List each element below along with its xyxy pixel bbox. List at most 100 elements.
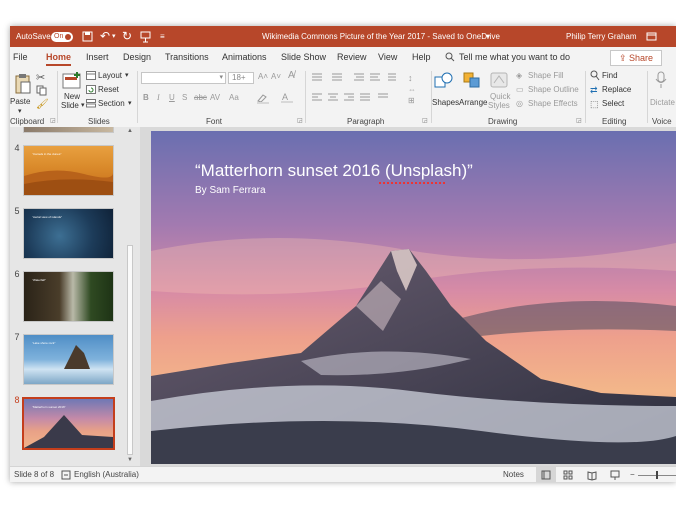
section-icon[interactable] [86, 99, 96, 110]
current-slide[interactable]: “Matterhorn sunset 2016 (Unsplash)” By S… [151, 131, 676, 464]
strikethrough-button[interactable]: abc [194, 93, 207, 102]
select-icon[interactable]: ⬚ [590, 99, 599, 110]
select-button[interactable]: Select [602, 99, 624, 108]
normal-view-icon[interactable] [536, 467, 556, 482]
font-color-icon[interactable]: A [280, 92, 294, 106]
layout-dropdown-icon[interactable]: ▾ [125, 71, 129, 79]
paragraph-toolbar-icons[interactable]: ↕ ⇔ ⊞ [308, 70, 428, 116]
clipboard-launcher-icon[interactable]: ◲ [50, 117, 56, 124]
reset-icon[interactable] [86, 85, 96, 96]
font-size-combo[interactable]: 18+ [228, 72, 254, 84]
redo-icon[interactable]: ↻ [122, 26, 132, 47]
shape-fill-icon[interactable]: ◈ [516, 71, 522, 80]
section-dropdown-icon[interactable]: ▾ [128, 99, 132, 107]
find-icon[interactable] [590, 70, 600, 83]
microphone-icon[interactable] [655, 71, 667, 91]
zoom-slider-thumb[interactable] [656, 471, 658, 479]
dictate-button[interactable]: Dictate [650, 98, 675, 107]
scroll-down-icon[interactable]: ▼ [127, 457, 133, 463]
slide-thumbnail-7[interactable]: “Lake shore rock” [23, 334, 114, 385]
tab-help[interactable]: Help [412, 47, 431, 67]
shape-fill-button[interactable]: Shape Fill [528, 71, 564, 80]
new-slide-icon[interactable] [62, 71, 82, 93]
paragraph-launcher-icon[interactable]: ◲ [422, 117, 428, 124]
tab-insert[interactable]: Insert [86, 47, 109, 67]
shadow-button[interactable]: S [182, 93, 187, 102]
italic-button[interactable]: I [157, 93, 160, 102]
shapes-icon[interactable] [434, 71, 454, 91]
tab-slide-show[interactable]: Slide Show [281, 47, 326, 67]
cut-icon[interactable]: ✂ [36, 71, 45, 84]
paste-icon[interactable] [14, 73, 32, 97]
slide-thumbnail-6[interactable]: “Waterfall” [23, 271, 114, 322]
scroll-up-icon[interactable]: ▲ [127, 128, 133, 134]
drawing-launcher-icon[interactable]: ◲ [576, 117, 582, 124]
slide-thumbnail-4[interactable]: “Camels in the dunes” [23, 145, 114, 196]
shapes-button[interactable]: Shapes [432, 98, 459, 107]
replace-button[interactable]: Replace [602, 85, 631, 94]
new-slide-dropdown-icon[interactable]: ▾ [81, 101, 85, 109]
bold-button[interactable]: B [143, 93, 149, 102]
slide-sorter-icon[interactable] [563, 467, 573, 482]
shape-effects-icon[interactable]: ◎ [516, 99, 523, 108]
paste-dropdown-icon[interactable]: ▾ [18, 107, 22, 115]
slide-thumbnail-5[interactable]: “Aerial view of islands” [23, 208, 114, 259]
quick-styles-icon[interactable] [489, 71, 509, 91]
layout-button[interactable]: Layout [98, 71, 122, 80]
tab-file[interactable]: File [13, 47, 28, 67]
font-name-combo[interactable]: ▾ [141, 72, 226, 84]
shape-outline-button[interactable]: Shape Outline [528, 85, 579, 94]
tab-transitions[interactable]: Transitions [165, 47, 209, 67]
tab-home[interactable]: Home [46, 47, 72, 67]
section-button[interactable]: Section [98, 99, 125, 108]
underline-button[interactable]: U [169, 93, 175, 102]
layout-icon[interactable] [86, 71, 96, 82]
presenter-icon[interactable] [140, 26, 151, 47]
arrange-icon[interactable] [462, 71, 482, 91]
slide-counter[interactable]: Slide 8 of 8 [14, 467, 54, 482]
find-button[interactable]: Find [602, 71, 618, 80]
doc-title-dropdown-icon[interactable]: ▾ [486, 26, 490, 47]
slide-title[interactable]: “Matterhorn sunset 2016 (Unsplash)” [195, 161, 473, 181]
increase-font-icon[interactable]: A˄ [258, 72, 268, 81]
save-icon[interactable] [82, 26, 93, 47]
new-slide-button[interactable]: New [64, 92, 80, 101]
thumbnail-scrollbar[interactable]: ▲ ▼ [125, 127, 135, 466]
arrange-button[interactable]: Arrange [459, 98, 487, 107]
font-launcher-icon[interactable]: ◲ [297, 117, 303, 124]
format-painter-icon[interactable]: 🖌 [36, 99, 49, 110]
reading-view-icon[interactable] [587, 467, 597, 482]
user-name[interactable]: Philip Terry Graham [566, 26, 637, 47]
lightbulb-search-icon[interactable] [445, 47, 455, 67]
undo-icon[interactable]: ↶ [100, 26, 110, 47]
scrollbar-thumb[interactable] [127, 245, 133, 455]
replace-icon[interactable]: ⇄ [590, 85, 598, 96]
slide-thumbnail-3-partial[interactable] [23, 127, 114, 133]
slide-thumbnail-8-selected[interactable]: “Matterhorn sunset 2016” [22, 397, 115, 450]
ribbon-display-icon[interactable] [646, 26, 657, 47]
char-spacing-button[interactable]: AV [210, 93, 220, 102]
document-title[interactable]: Wikimedia Commons Picture of the Year 20… [262, 26, 500, 47]
undo-dropdown-icon[interactable]: ▾ [112, 26, 116, 47]
tab-view[interactable]: View [378, 47, 397, 67]
highlight-icon[interactable] [256, 93, 270, 106]
clear-formatting-icon[interactable]: A̸ [288, 70, 295, 81]
shape-effects-button[interactable]: Shape Effects [528, 99, 578, 108]
copy-icon[interactable] [36, 85, 47, 98]
quick-styles-button[interactable]: Quick [490, 92, 510, 101]
reset-button[interactable]: Reset [98, 85, 119, 94]
slide-subtitle[interactable]: By Sam Ferrara [195, 185, 266, 196]
notes-button[interactable]: Notes [503, 467, 524, 482]
zoom-out-icon[interactable]: − [630, 467, 635, 482]
slide-show-icon[interactable] [610, 467, 620, 482]
decrease-font-icon[interactable]: A˅ [271, 72, 281, 81]
language-status[interactable]: English (Australia) [74, 467, 139, 482]
tab-design[interactable]: Design [123, 47, 151, 67]
change-case-button[interactable]: Aa [229, 93, 239, 102]
slide-editing-area[interactable]: “Matterhorn sunset 2016 (Unsplash)” By S… [140, 127, 676, 466]
tab-review[interactable]: Review [337, 47, 367, 67]
autosave-toggle[interactable]: On [51, 26, 73, 47]
shape-outline-icon[interactable]: ▭ [516, 85, 524, 94]
tell-me-input[interactable]: Tell me what you want to do [459, 47, 570, 67]
paste-button[interactable]: Paste [10, 97, 30, 106]
